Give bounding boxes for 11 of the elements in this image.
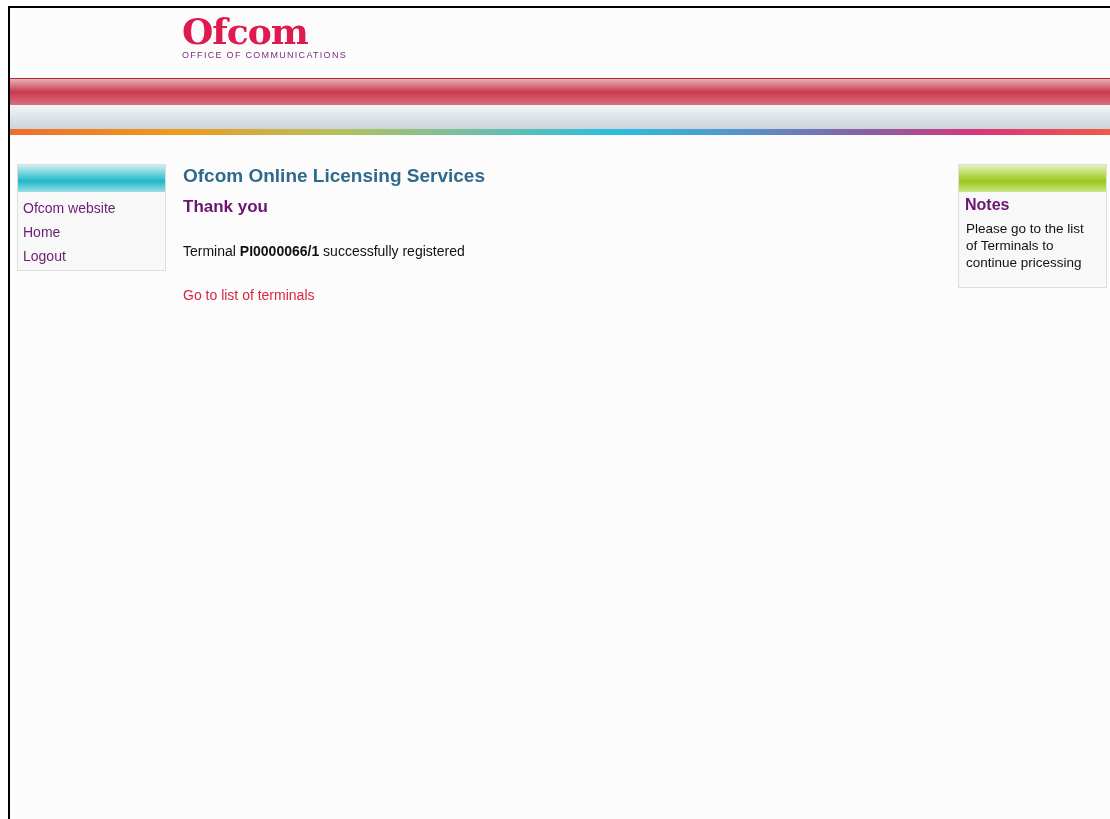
- terminals-link[interactable]: Go to list of terminals: [183, 287, 315, 303]
- notes-text: Please go to the list of Terminals to continue pricessing: [966, 220, 1085, 271]
- sidebar-link[interactable]: Home: [23, 220, 160, 244]
- notes-title: Notes: [964, 195, 1011, 214]
- confirmation-message: Terminal PI0000066/1 successfully registered: [183, 243, 466, 259]
- logo-wordmark: Ofcom: [182, 14, 308, 48]
- logo-tagline: OFFICE OF COMMUNICATIONS: [182, 50, 348, 60]
- page-heading: Thank you: [183, 197, 269, 217]
- page-title: Ofcom Online Licensing Services: [183, 165, 486, 187]
- sidebar-link[interactable]: Ofcom website: [23, 196, 160, 220]
- sidebar-link[interactable]: Logout: [23, 244, 160, 268]
